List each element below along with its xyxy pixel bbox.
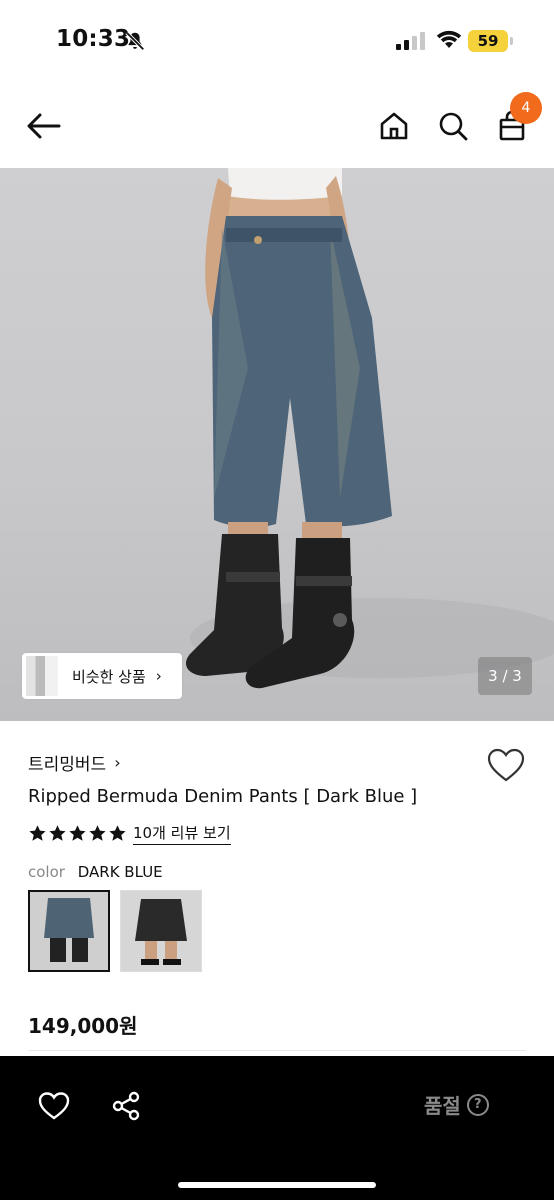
wishlist-button[interactable] — [486, 746, 526, 786]
wifi-icon — [436, 30, 462, 48]
back-button[interactable] — [24, 106, 64, 146]
home-indicator — [178, 1182, 376, 1188]
similar-products-button[interactable]: 비슷한 상품 › — [22, 653, 182, 699]
swatch-dark-blue[interactable] — [28, 890, 110, 972]
color-value: DARK BLUE — [77, 863, 163, 881]
product-price: 149,000원 — [28, 1014, 138, 1038]
star-icon — [29, 825, 46, 841]
top-nav: 4 — [0, 84, 554, 168]
product-image[interactable]: 비슷한 상품 › 3 / 3 — [0, 168, 554, 721]
similar-products-thumbnail — [26, 656, 58, 696]
home-icon — [380, 112, 408, 140]
status-time: 10:33 — [56, 26, 131, 52]
chevron-right-icon: › — [114, 753, 121, 772]
color-label: color — [28, 863, 65, 881]
search-button[interactable] — [433, 106, 473, 146]
rating-stars — [28, 824, 127, 843]
battery-icon: 59 — [468, 30, 508, 52]
share-icon — [112, 1091, 140, 1121]
bell-off-icon — [125, 31, 145, 51]
swatch-black-image — [121, 891, 201, 971]
divider — [28, 1050, 526, 1051]
chevron-right-icon: › — [155, 667, 162, 685]
swatch-black[interactable] — [120, 890, 202, 972]
back-arrow-icon — [27, 113, 61, 139]
soldout-status: 품절 ? — [424, 1090, 489, 1119]
color-row: color DARK BLUE — [28, 863, 163, 881]
share-button[interactable] — [106, 1086, 146, 1126]
battery-level: 59 — [477, 32, 499, 50]
star-icon — [69, 825, 86, 841]
brand-link[interactable]: 트리밍버드 › — [28, 750, 121, 775]
star-icon — [109, 825, 126, 841]
search-icon — [439, 112, 468, 141]
product-photo — [185, 168, 554, 689]
swatch-dark-blue-image — [30, 892, 108, 970]
bottom-action-bar: 품절 ? — [0, 1056, 554, 1200]
battery-tip — [510, 37, 513, 45]
signal-icon — [396, 32, 425, 50]
home-button[interactable] — [374, 106, 414, 146]
similar-products-label: 비슷한 상품 — [72, 667, 146, 686]
color-swatches — [28, 890, 202, 972]
help-icon[interactable]: ? — [466, 1093, 489, 1116]
brand-name: 트리밍버드 — [28, 755, 107, 775]
product-title: Ripped Bermuda Denim Pants [ Dark Blue ] — [28, 786, 418, 807]
heart-icon — [487, 748, 525, 782]
rating-row: 10개 리뷰 보기 — [28, 822, 231, 845]
star-icon — [49, 825, 66, 841]
heart-icon — [38, 1092, 70, 1120]
star-icon — [89, 825, 106, 841]
review-link[interactable]: 10개 리뷰 보기 — [133, 822, 231, 845]
cart-count-badge: 4 — [510, 92, 542, 124]
soldout-label: 품절 — [424, 1094, 461, 1118]
bottom-wishlist-button[interactable] — [34, 1086, 74, 1126]
image-page-indicator: 3 / 3 — [478, 657, 532, 695]
status-bar: 10:33 59 — [0, 0, 554, 84]
